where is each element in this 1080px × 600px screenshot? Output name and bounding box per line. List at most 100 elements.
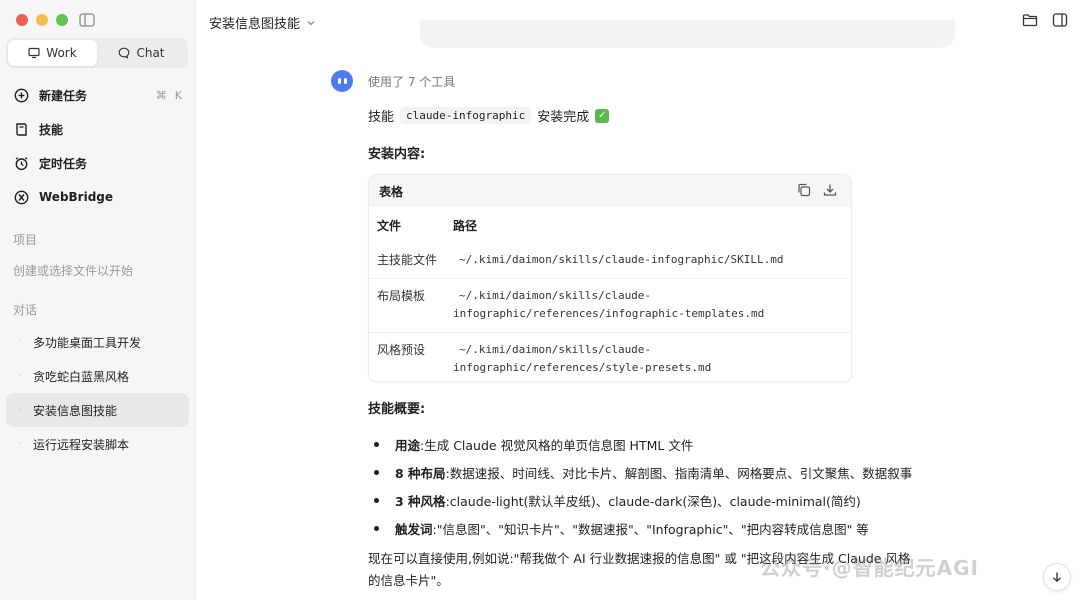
status-prefix: 技能 — [368, 110, 395, 125]
table-row: 布局模板 ~/.kimi/daimon/skills/claude- infog… — [369, 279, 851, 332]
table-header-bar: 表格 — [369, 175, 851, 207]
skill-name-code: claude-infographic — [400, 107, 532, 124]
folder-icon[interactable] — [1022, 12, 1038, 28]
table-cell-path: ~/.kimi/daimon/skills/claude- infographi… — [453, 341, 851, 381]
column-header-path: 路径 — [453, 219, 478, 233]
sidebar-item-label: 技能 — [39, 122, 64, 137]
previous-message-bubble — [420, 20, 955, 48]
table-column-headers: 文件 路径 — [369, 207, 851, 243]
shortcut-key-cmd: ⌘ — [155, 88, 167, 102]
list-item: 3 种风格:claude-light(默认羊皮纸)、claude-dark(深色… — [372, 486, 992, 514]
conversation-dot-icon: · — [18, 337, 21, 347]
table-cell-path: ~/.kimi/daimon/skills/claude-infographic… — [459, 253, 784, 266]
table-row: 主技能文件 ~/.kimi/daimon/skills/claude-infog… — [369, 243, 851, 278]
list-item: 触发词:"信息图"、"知识卡片"、"数据速报"、"Infographic"、"把… — [372, 514, 992, 542]
bullet-text: :"信息图"、"知识卡片"、"数据速报"、"Infographic"、"把内容转… — [432, 521, 869, 537]
list-item: 8 种布局:数据速报、时间线、对比卡片、解剖图、指南清单、网格要点、引文聚焦、数… — [372, 458, 992, 486]
table-actions — [797, 183, 837, 197]
table-cell-file: 主技能文件 — [377, 253, 438, 267]
install-contents-heading: 安装内容: — [368, 147, 426, 162]
status-suffix: 安装完成 — [537, 110, 590, 125]
conversation-item[interactable]: · 运行远程安装脚本 — [6, 427, 189, 461]
bullet-dot — [374, 441, 379, 447]
path-line: ~/.kimi/daimon/skills/claude- — [459, 289, 652, 302]
projects-section-label: 项目 — [13, 233, 38, 247]
install-table: 表格 文件 路径 主技能文件 ~/.kimi/daimon/skills/cla… — [368, 174, 852, 382]
zoom-window-button[interactable] — [56, 14, 68, 26]
table-title: 表格 — [379, 184, 404, 199]
bullet-key: 用途 — [395, 437, 421, 453]
install-status-line: 技能 claude-infographic 安装完成 ✓ — [368, 106, 610, 125]
copy-icon[interactable] — [797, 183, 811, 197]
list-item: 用途:生成 Claude 视觉风格的单页信息图 HTML 文件 — [372, 430, 992, 458]
webbridge-icon — [14, 190, 29, 204]
sidebar-item-label: 定时任务 — [39, 156, 88, 171]
conversation-dot-icon: · — [18, 405, 21, 415]
chat-bubble-icon — [119, 47, 130, 59]
window-controls — [16, 14, 68, 26]
sidebar-item-skills[interactable]: 技能 — [6, 112, 190, 146]
assistant-avatar — [331, 70, 353, 92]
column-header-file: 文件 — [377, 219, 402, 233]
conversations-section-label: 对话 — [13, 303, 38, 317]
overview-list: 用途:生成 Claude 视觉风格的单页信息图 HTML 文件 8 种布局:数据… — [372, 430, 992, 542]
minimize-window-button[interactable] — [36, 14, 48, 26]
sidebar-item-new-task[interactable]: 新建任务 ⌘ K — [6, 78, 190, 112]
sidebar: Work Chat 新建任务 ⌘ K 技能 定时任务 WebBridge 项目 … — [0, 0, 196, 600]
chevron-down-icon — [307, 20, 315, 25]
path-line: infographic/references/style-presets.md — [453, 361, 712, 374]
projects-empty-hint[interactable]: 创建或选择文件以开始 — [13, 262, 133, 279]
watermark: 公众号·@智能纪元AGI — [760, 556, 979, 580]
close-window-button[interactable] — [16, 14, 28, 26]
book-icon — [16, 122, 27, 136]
monitor-icon — [28, 47, 40, 59]
conversation-dot-icon: · — [18, 371, 21, 381]
tab-work-label: Work — [46, 46, 77, 60]
conversation-dot-icon: · — [18, 439, 21, 449]
page-title: 安装信息图技能 — [209, 17, 301, 32]
path-line: ~/.kimi/daimon/skills/claude- — [459, 343, 652, 356]
scroll-to-bottom-button[interactable] — [1043, 563, 1071, 591]
conversation-list: · 多功能桌面工具开发 · 贪吃蛇白蓝黑风格 · 安装信息图技能 · 运行远程安装脚本 — [6, 325, 189, 461]
avatar-eye-right — [343, 78, 347, 84]
bullet-dot — [374, 497, 379, 503]
bullet-text: :生成 Claude 视觉风格的单页信息图 HTML 文件 — [420, 437, 694, 453]
conversation-label: 安装信息图技能 — [33, 403, 118, 418]
conversation-item[interactable]: · 多功能桌面工具开发 — [6, 325, 189, 359]
bullet-key: 3 种风格 — [395, 493, 446, 509]
conversation-label: 运行远程安装脚本 — [33, 437, 130, 452]
conversation-item-active[interactable]: · 安装信息图技能 — [6, 393, 189, 427]
conversation-label: 多功能桌面工具开发 — [33, 335, 142, 350]
sidebar-item-webbridge[interactable]: WebBridge — [6, 180, 190, 214]
table-cell-path: ~/.kimi/daimon/skills/claude- infographi… — [453, 287, 851, 332]
conversation-title-dropdown[interactable]: 安装信息图技能 — [209, 13, 316, 32]
sidebar-nav: 新建任务 ⌘ K 技能 定时任务 WebBridge — [6, 78, 190, 214]
avatar-eye-left — [337, 78, 341, 84]
bullet-dot — [374, 525, 379, 531]
bullet-key: 8 种布局 — [395, 465, 446, 481]
check-mark-icon: ✓ — [595, 108, 610, 123]
table-cell-file: 布局模板 — [377, 289, 426, 303]
sidebar-item-label: 新建任务 — [39, 88, 88, 103]
mode-switcher: Work Chat — [6, 38, 188, 68]
sidebar-item-scheduled-tasks[interactable]: 定时任务 — [6, 146, 190, 180]
top-actions — [1022, 12, 1068, 28]
right-panel-toggle-icon[interactable] — [1052, 12, 1068, 28]
tools-used-toggle[interactable]: 使用了 7 个工具 — [368, 73, 455, 90]
sidebar-item-label: WebBridge — [39, 190, 114, 204]
skill-overview-heading: 技能概要: — [368, 402, 426, 417]
tab-work[interactable]: Work — [8, 40, 97, 66]
conversation-item[interactable]: · 贪吃蛇白蓝黑风格 — [6, 359, 189, 393]
path-line: infographic/references/infographic-templ… — [453, 307, 765, 320]
shortcut-key-k: K — [174, 88, 182, 102]
download-icon[interactable] — [823, 183, 837, 197]
table-row: 风格预设 ~/.kimi/daimon/skills/claude- infog… — [369, 333, 851, 381]
bullet-text: :数据速报、时间线、对比卡片、解剖图、指南清单、网格要点、引文聚焦、数据叙事 — [445, 465, 913, 481]
tab-chat[interactable]: Chat — [97, 40, 186, 66]
sidebar-toggle-icon[interactable] — [79, 13, 95, 27]
table-cell-file: 风格预设 — [377, 343, 426, 357]
bullet-text: :claude-light(默认羊皮纸)、claude-dark(深色)、cla… — [445, 493, 861, 509]
arrow-down-icon — [1053, 572, 1061, 583]
bullet-key: 触发词 — [395, 521, 433, 537]
conversation-label: 贪吃蛇白蓝黑风格 — [33, 369, 130, 384]
